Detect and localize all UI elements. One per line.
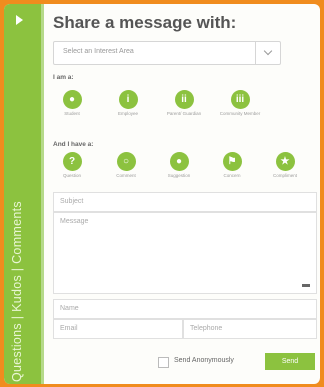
name-placeholder: Name <box>60 305 79 312</box>
chevron-down-icon <box>263 46 273 56</box>
message-field[interactable]: Message <box>53 212 317 294</box>
employee-icon: i <box>126 94 130 105</box>
anonymous-label: Send Anonymously <box>174 357 234 364</box>
anonymous-checkbox[interactable] <box>158 357 169 368</box>
type-option-compliment[interactable]: ★ Compliment <box>261 152 309 178</box>
page-title: Share a message with: <box>53 13 237 32</box>
side-tab-label: Questions | Kudos | Comments <box>10 201 24 382</box>
subject-placeholder: Subject <box>60 198 84 205</box>
comment-icon: ○ <box>122 156 130 167</box>
suggestion-icon: ● <box>175 156 183 167</box>
interest-area-value: Select an Interest Area <box>63 48 134 55</box>
side-tab[interactable]: Questions | Kudos | Comments <box>4 4 44 384</box>
i-am-label: I am a: <box>53 74 74 81</box>
i-have-label: And I have a: <box>53 141 94 148</box>
type-option-concern[interactable]: ⚑ Concern <box>208 152 256 178</box>
name-field[interactable]: Name <box>53 299 317 319</box>
compliment-star-icon: ★ <box>280 156 290 167</box>
role-option-employee[interactable]: i Employee <box>104 90 152 116</box>
expand-arrow-icon[interactable] <box>16 15 23 25</box>
telephone-placeholder: Telephone <box>190 325 223 332</box>
send-button[interactable]: Send <box>265 353 315 370</box>
email-field[interactable]: Email <box>53 319 183 339</box>
subject-field[interactable]: Subject <box>53 192 317 212</box>
community-member-icon: iii <box>235 94 245 105</box>
parent-guardian-icon: ii <box>181 94 187 105</box>
student-icon: ● <box>68 94 76 105</box>
form-panel: Share a message with: Select an Interest… <box>45 4 317 384</box>
feedback-widget: Questions | Kudos | Comments Share a mes… <box>4 4 320 384</box>
type-option-comment[interactable]: ○ Comment <box>102 152 150 178</box>
message-placeholder: Message <box>60 218 89 225</box>
resize-handle-icon[interactable] <box>302 284 310 287</box>
telephone-field[interactable]: Telephone <box>183 319 317 339</box>
type-option-suggestion[interactable]: ● Suggestion <box>155 152 203 178</box>
role-option-community[interactable]: iii Community Member <box>216 90 264 116</box>
email-placeholder: Email <box>60 325 78 332</box>
role-option-parent[interactable]: ii Parent/ Guardian <box>160 90 208 116</box>
concern-flag-icon: ⚑ <box>227 156 237 167</box>
send-row: Send Anonymously Send <box>45 352 315 372</box>
role-option-student[interactable]: ● Student <box>48 90 96 116</box>
interest-area-select[interactable]: Select an Interest Area <box>53 41 281 65</box>
type-option-question[interactable]: ? Question <box>48 152 96 178</box>
select-toggle[interactable] <box>255 42 280 64</box>
question-icon: ? <box>68 156 76 167</box>
